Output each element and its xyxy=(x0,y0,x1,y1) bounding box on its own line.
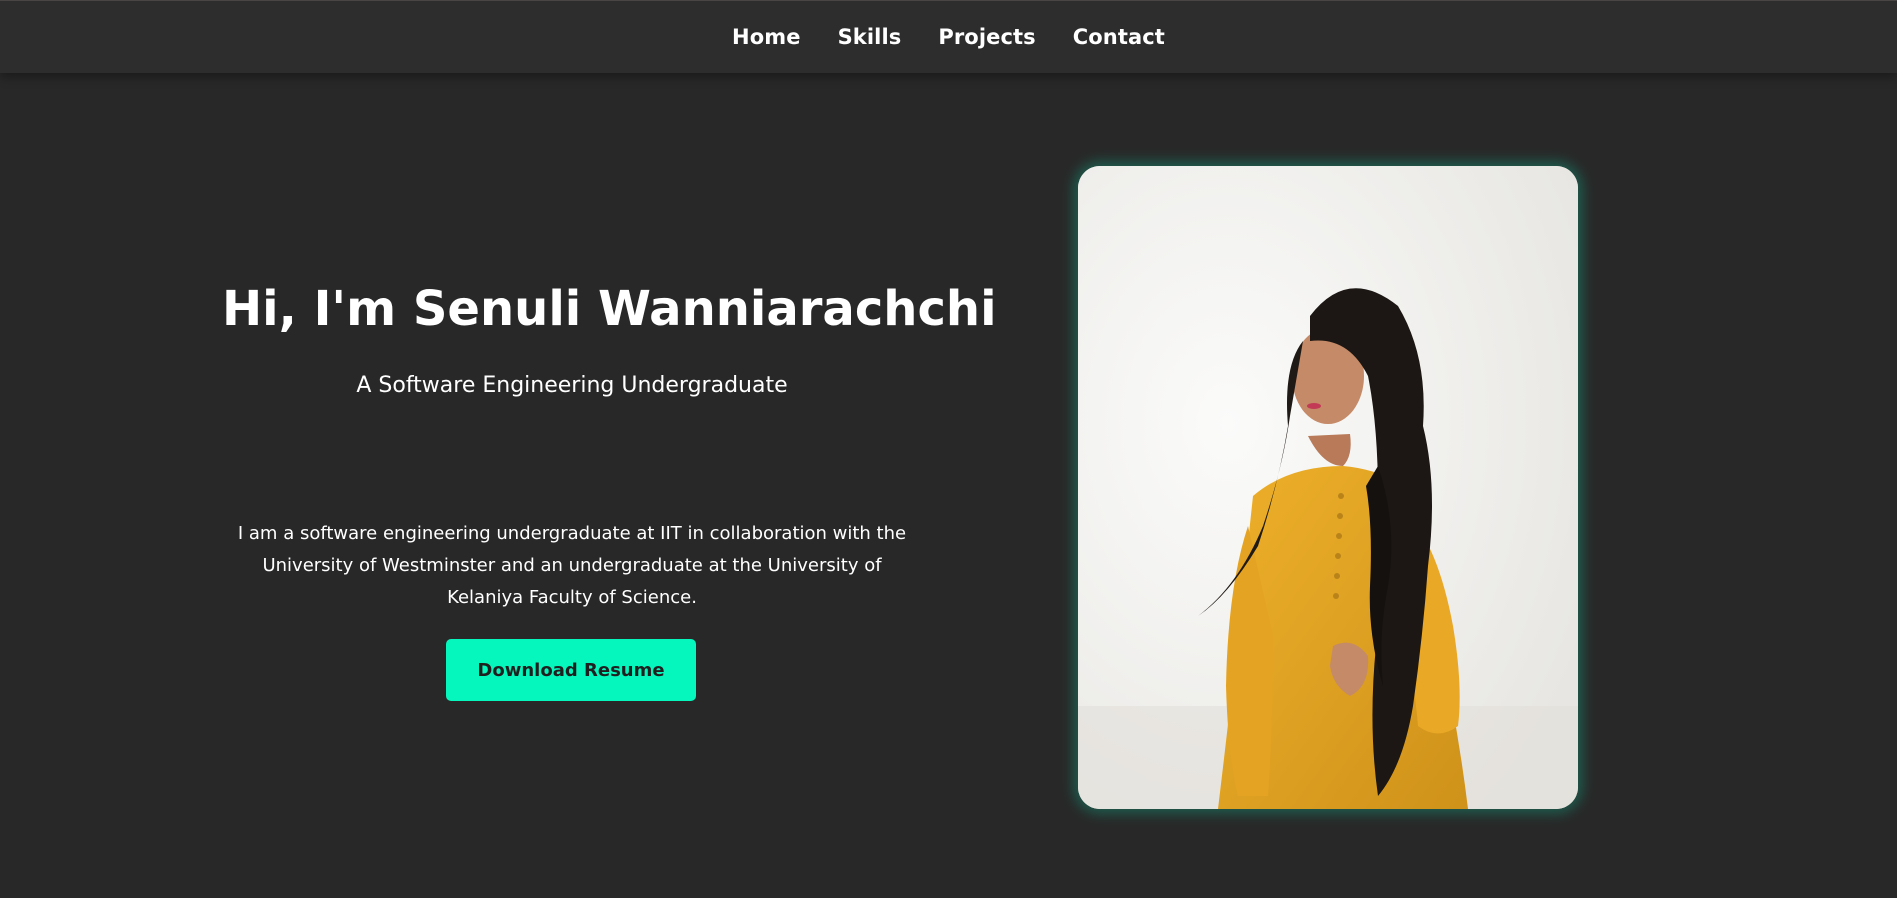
portrait-illustration xyxy=(1078,166,1578,809)
nav-projects-link[interactable]: Projects xyxy=(938,25,1035,49)
hero-bio: I am a software engineering undergraduat… xyxy=(237,523,907,608)
top-navbar: Home Skills Projects Contact xyxy=(0,0,1897,73)
hero-section: Hi, I'm Senuli Wanniarachchi A Software … xyxy=(0,73,1897,898)
hero-title: Hi, I'm Senuli Wanniarachchi xyxy=(222,281,997,337)
download-resume-button[interactable]: Download Resume xyxy=(446,639,696,701)
nav-contact-link[interactable]: Contact xyxy=(1073,25,1165,49)
nav-home-link[interactable]: Home xyxy=(732,25,801,49)
hero-subtitle: A Software Engineering Undergraduate xyxy=(356,373,788,398)
profile-photo xyxy=(1078,166,1578,809)
nav-skills-link[interactable]: Skills xyxy=(838,25,902,49)
